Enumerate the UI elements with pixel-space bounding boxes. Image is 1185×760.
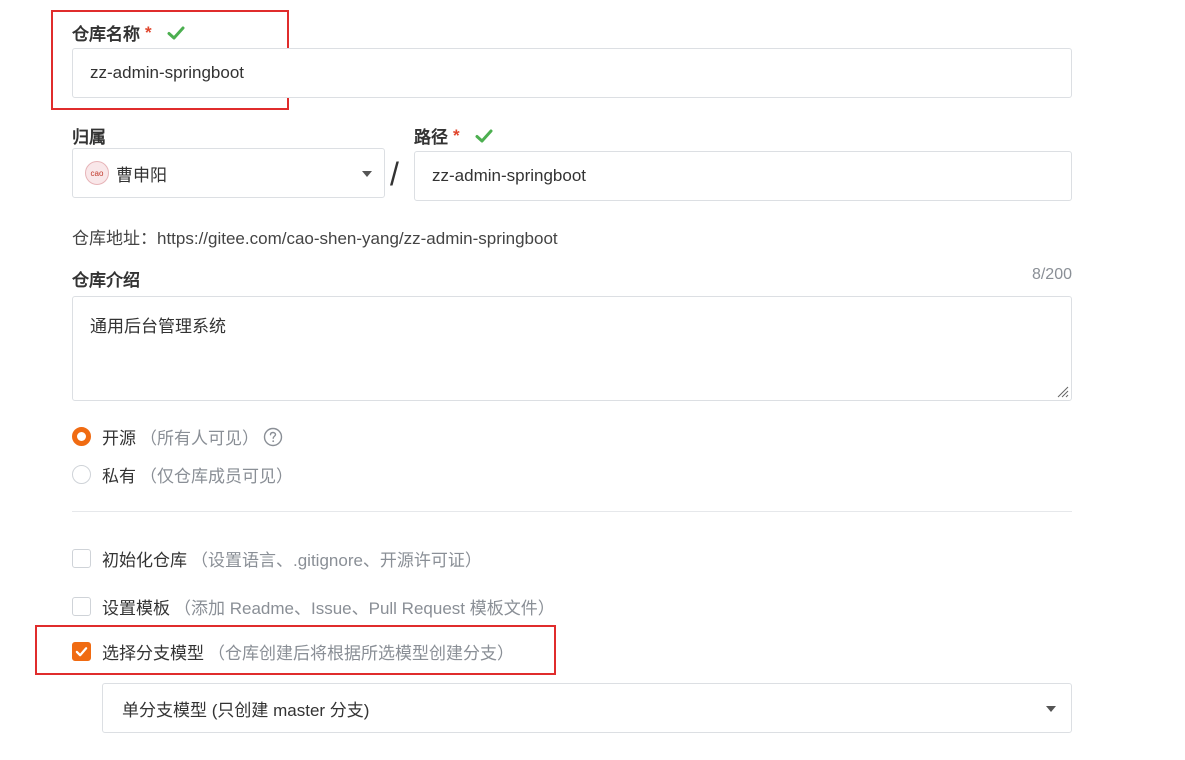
valid-check-icon [475,129,493,142]
visibility-public-label: 开源 [102,429,136,448]
description-textarea[interactable]: 通用后台管理系统 [72,296,1072,401]
branch-model-select[interactable]: 单分支模型 (只创建 master 分支) [102,683,1072,733]
required-mark: * [145,22,152,42]
chevron-down-icon [1046,706,1056,712]
owner-avatar-text: cao [90,168,104,178]
owner-avatar: cao [85,161,109,185]
template-hint: （添加 Readme、Issue、Pull Request 模板文件） [174,599,555,618]
path-separator: / [390,156,399,192]
visibility-private-hint: （仅仓库成员可见） [140,467,293,486]
divider [72,511,1072,512]
init-repo-label: 初始化仓库 [102,551,187,570]
visibility-public-hint: （所有人可见） [140,429,259,448]
visibility-private-label: 私有 [102,467,136,486]
repo-name-label: 仓库名称 * [72,20,186,45]
radio-private[interactable] [72,465,91,484]
branch-model-label: 选择分支模型 [102,644,204,663]
path-input[interactable]: zz-admin-springboot [414,151,1072,201]
owner-label: 归属 [72,128,106,147]
owner-value: 曹申阳 [116,165,167,185]
radio-public[interactable] [72,427,91,446]
visibility-option-public[interactable]: 开源 （所有人可见） [72,424,283,449]
template-label: 设置模板 [102,599,170,618]
description-value: 通用后台管理系统 [90,317,226,336]
repo-name-label-text: 仓库名称 [72,25,140,44]
valid-check-icon [167,26,185,39]
init-repo-hint: （设置语言、.gitignore、开源许可证） [191,551,482,570]
resize-handle-icon[interactable] [1055,384,1069,398]
question-circle-icon[interactable] [263,427,283,447]
repo-name-value: zz-admin-springboot [90,63,245,82]
path-value: zz-admin-springboot [432,166,587,185]
chevron-down-icon [362,171,372,177]
path-label: 路径 * [414,123,494,148]
repo-url: 仓库地址：https://gitee.com/cao-shen-yang/zz-… [72,229,558,248]
option-template[interactable]: 设置模板 （添加 Readme、Issue、Pull Request 模板文件） [72,594,555,619]
branch-model-selected: 单分支模型 (只创建 master 分支) [122,700,370,720]
option-branch-model[interactable]: 选择分支模型 （仓库创建后将根据所选模型创建分支） [72,639,514,664]
description-counter: 8/200 [1031,266,1072,283]
checkbox-init-repo[interactable] [72,549,91,568]
required-mark: * [453,125,460,145]
visibility-option-private[interactable]: 私有 （仅仓库成员可见） [72,462,293,487]
owner-select[interactable]: cao 曹申阳 [72,148,385,198]
checkbox-branch-model[interactable] [72,642,91,661]
description-label: 仓库介绍 [72,271,140,290]
repo-name-input[interactable]: zz-admin-springboot [72,48,1072,98]
branch-model-hint: （仓库创建后将根据所选模型创建分支） [208,644,514,663]
option-init-repo[interactable]: 初始化仓库 （设置语言、.gitignore、开源许可证） [72,546,482,571]
path-label-text: 路径 [414,128,448,147]
checkmark-icon [75,647,88,657]
checkbox-template[interactable] [72,597,91,616]
